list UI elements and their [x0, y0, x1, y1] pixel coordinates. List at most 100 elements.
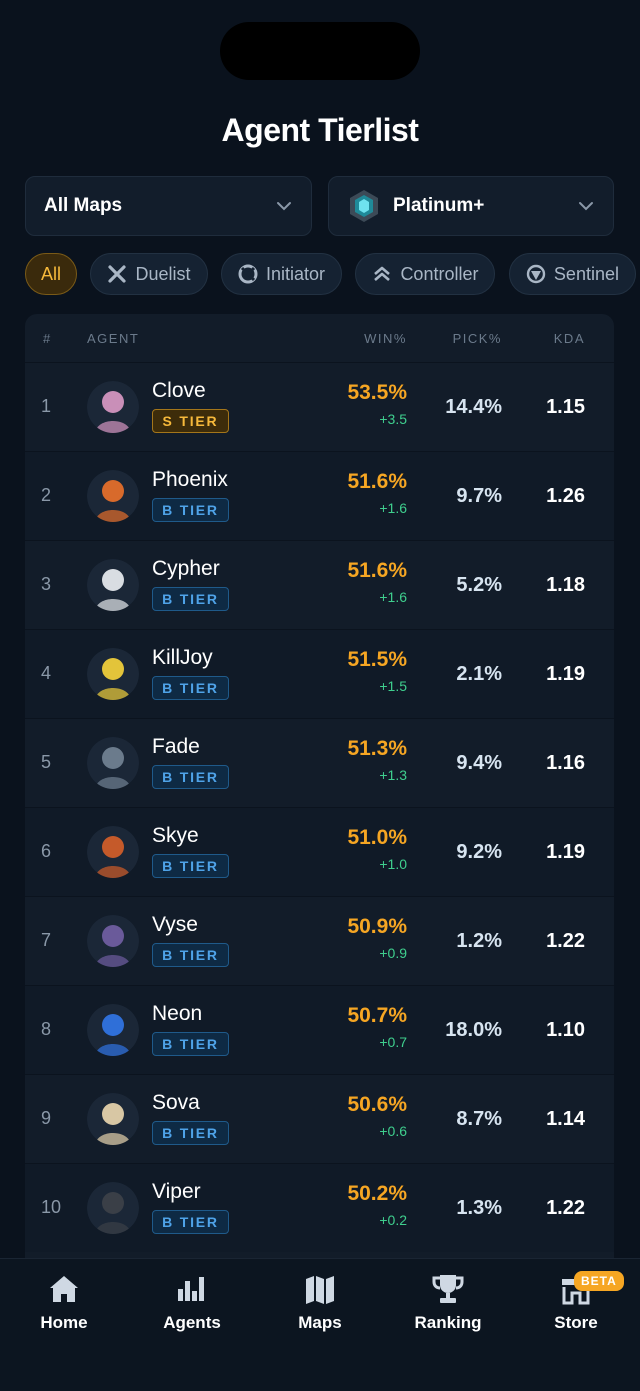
- win-delta: +3.5: [379, 411, 407, 427]
- chip-duelist[interactable]: Duelist: [90, 253, 208, 295]
- sentinel-icon: [526, 264, 546, 284]
- chip-label: Controller: [400, 263, 479, 284]
- tier-badge: B TIER: [152, 943, 229, 967]
- row-rank: 1: [41, 396, 52, 416]
- header-agent: AGENT: [87, 331, 140, 346]
- agent-name: Viper: [152, 1180, 201, 1203]
- row-rank: 2: [41, 485, 52, 505]
- win-delta: +1.6: [379, 500, 407, 516]
- kda-value: 1.15: [546, 396, 585, 418]
- chip-label: Sentinel: [553, 263, 619, 284]
- tab-agents[interactable]: Agents: [128, 1271, 256, 1333]
- tab-maps[interactable]: Maps: [256, 1271, 384, 1333]
- chip-all[interactable]: All: [25, 253, 78, 295]
- agent-avatar: [87, 737, 139, 789]
- pick-rate: 8.7%: [456, 1108, 502, 1130]
- win-delta: +1.6: [379, 589, 407, 605]
- table-row[interactable]: 5 Fade B TIER 51.3% +1.3 9.4% 1.16: [25, 718, 614, 807]
- table-row[interactable]: 8 Neon B TIER 50.7% +0.7 18.0% 1.10: [25, 985, 614, 1074]
- agent-name: Vyse: [152, 913, 198, 936]
- win-delta: +0.7: [379, 1034, 407, 1050]
- tierlist-table: # AGENT WIN% PICK% KDA 1 Clove S TIER 53.5%…: [25, 314, 614, 1274]
- rank-select[interactable]: Platinum+: [328, 176, 614, 236]
- agent-name: Phoenix: [152, 468, 228, 491]
- agent-avatar: [87, 1182, 139, 1234]
- chevron-down-icon: [577, 197, 595, 215]
- agent-avatar: [87, 1004, 139, 1056]
- table-row[interactable]: 3 Cypher B TIER 51.6% +1.6 5.2% 1.18: [25, 540, 614, 629]
- win-rate: 51.0%: [347, 826, 407, 849]
- agent-name: Neon: [152, 1002, 203, 1025]
- agent-avatar: [87, 826, 139, 878]
- kda-value: 1.14: [546, 1108, 585, 1130]
- page-title: Agent Tierlist: [221, 112, 419, 148]
- dynamic-island: [220, 22, 420, 80]
- chip-initiator[interactable]: Initiator: [220, 253, 342, 295]
- map-select[interactable]: All Maps: [25, 176, 312, 236]
- table-header: # AGENT WIN% PICK% KDA: [25, 314, 614, 362]
- header-pick[interactable]: PICK%: [453, 331, 502, 346]
- tier-badge: B TIER: [152, 1121, 229, 1145]
- controller-icon: [374, 266, 391, 281]
- win-rate: 51.5%: [347, 648, 407, 671]
- win-delta: +0.6: [379, 1123, 407, 1139]
- kda-value: 1.19: [546, 841, 585, 863]
- win-delta: +1.5: [379, 678, 407, 694]
- row-rank: 6: [41, 841, 52, 861]
- pick-rate: 5.2%: [456, 574, 502, 596]
- tab-ranking[interactable]: Ranking: [384, 1271, 512, 1333]
- tier-badge: B TIER: [152, 1210, 229, 1234]
- agent-avatar: [87, 915, 139, 967]
- row-rank: 5: [41, 752, 52, 772]
- tier-badge: B TIER: [152, 676, 229, 700]
- table-row[interactable]: 7 Vyse B TIER 50.9% +0.9 1.2% 1.22: [25, 896, 614, 985]
- agent-avatar: [87, 1093, 139, 1145]
- pick-rate: 14.4%: [445, 396, 502, 418]
- table-row[interactable]: 10 Viper B TIER 50.2% +0.2 1.3% 1.22: [25, 1163, 614, 1252]
- tab-label: Home: [40, 1313, 88, 1332]
- map-icon: [306, 1276, 334, 1304]
- header-win[interactable]: WIN%: [364, 331, 407, 346]
- table-row[interactable]: 4 KillJoy B TIER 51.5% +1.5 2.1% 1.19: [25, 629, 614, 718]
- win-rate: 51.3%: [347, 737, 407, 760]
- pick-rate: 9.2%: [456, 841, 502, 863]
- tab-home[interactable]: Home: [0, 1271, 128, 1333]
- header-kda[interactable]: KDA: [554, 331, 585, 346]
- platinum-rank-icon: [350, 190, 378, 222]
- chip-controller[interactable]: Controller: [355, 253, 496, 295]
- table-row[interactable]: 9 Sova B TIER 50.6% +0.6 8.7% 1.14: [25, 1074, 614, 1163]
- tab-label: Ranking: [414, 1313, 482, 1332]
- win-rate: 50.6%: [347, 1093, 407, 1116]
- kda-value: 1.26: [546, 485, 585, 507]
- agent-name: Fade: [152, 735, 200, 758]
- chip-label: Initiator: [265, 263, 325, 284]
- row-rank: 4: [41, 663, 52, 683]
- table-row[interactable]: 6 Skye B TIER 51.0% +1.0 9.2% 1.19: [25, 807, 614, 896]
- pick-rate: 9.7%: [456, 485, 502, 507]
- home-icon: [50, 1276, 78, 1302]
- bar-chart-icon: [178, 1277, 204, 1301]
- pick-rate: 2.1%: [456, 663, 502, 685]
- row-rank: 8: [41, 1019, 52, 1039]
- chevron-down-icon: [275, 197, 293, 215]
- trophy-icon: [432, 1275, 464, 1303]
- chip-label: Duelist: [135, 263, 191, 284]
- win-delta: +1.0: [379, 856, 407, 872]
- agent-avatar: [87, 648, 139, 700]
- pick-rate: 9.4%: [456, 752, 502, 774]
- rank-select-label: Platinum+: [393, 195, 485, 216]
- map-select-label: All Maps: [44, 195, 123, 216]
- tier-badge: B TIER: [152, 1032, 229, 1056]
- chip-sentinel[interactable]: Sentinel: [508, 253, 636, 295]
- win-rate: 51.6%: [347, 559, 407, 582]
- tier-badge: B TIER: [152, 765, 229, 789]
- agent-name: Clove: [152, 379, 206, 402]
- win-delta: +0.2: [379, 1212, 407, 1228]
- agent-name: Skye: [152, 824, 199, 847]
- table-row[interactable]: 2 Phoenix B TIER 51.6% +1.6 9.7% 1.26: [25, 451, 614, 540]
- chip-label: All: [41, 263, 62, 284]
- table-body: 1 Clove S TIER 53.5% +3.5 14.4% 1.15 2 Phoenix B …: [25, 362, 614, 1252]
- table-row[interactable]: 1 Clove S TIER 53.5% +3.5 14.4% 1.15: [25, 362, 614, 451]
- header-rank: #: [43, 331, 52, 346]
- duelist-icon: [108, 265, 127, 283]
